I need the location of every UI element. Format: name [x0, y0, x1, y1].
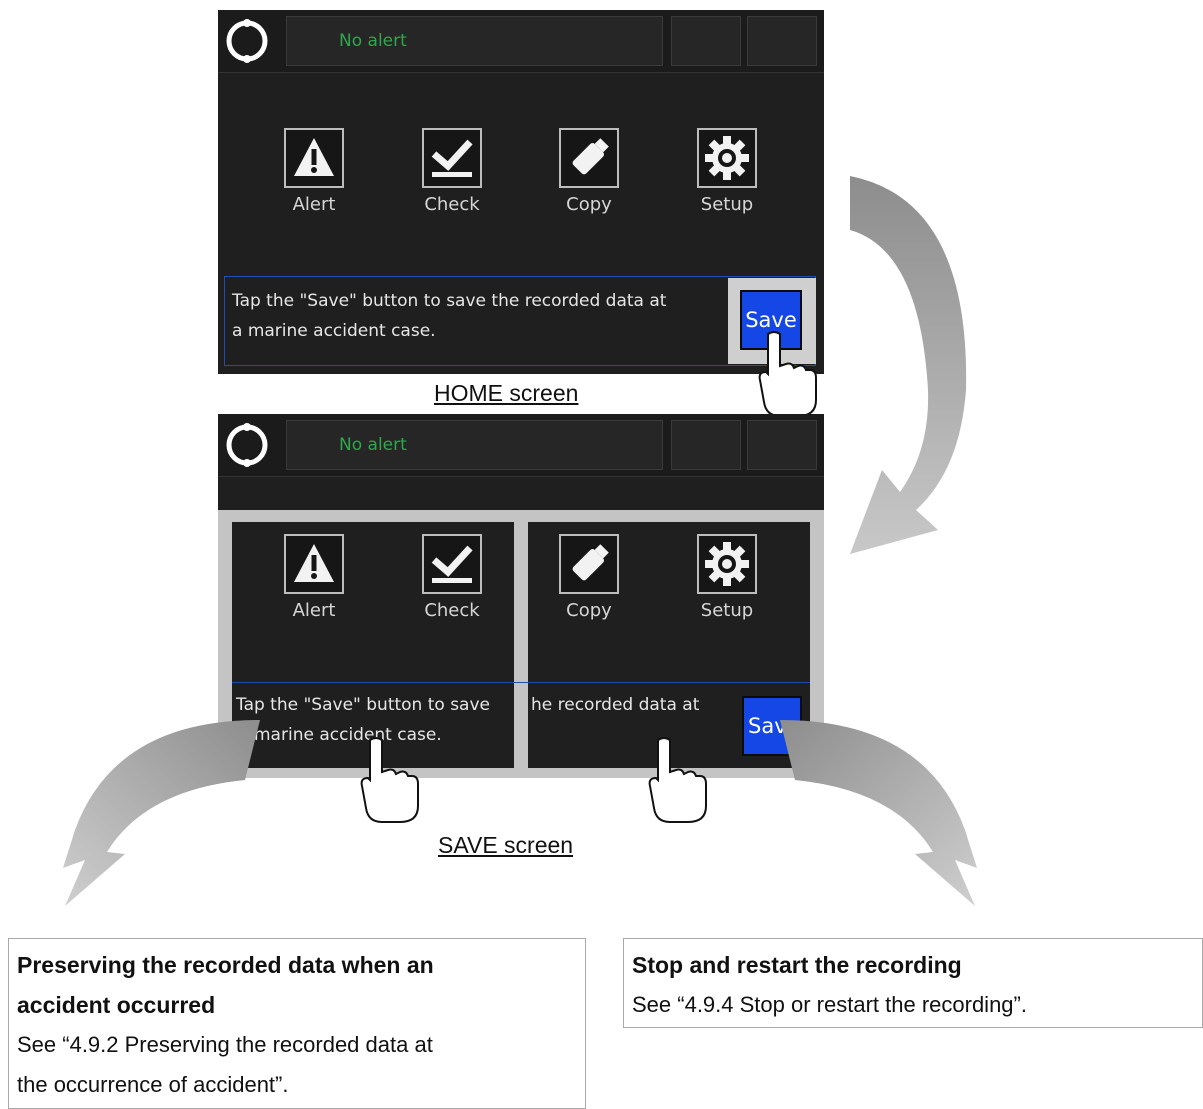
check-label: Check	[424, 600, 480, 621]
hand-pointer-icon	[648, 737, 707, 823]
flow-arrow-left	[63, 720, 260, 906]
note-left-text-line1: See “4.9.2 Preserving the recorded data …	[17, 1032, 433, 1057]
note-left-text-line2: the occurrence of accident”.	[17, 1072, 289, 1097]
status-box-1[interactable]	[671, 420, 741, 470]
copy-button[interactable]	[559, 534, 619, 594]
status-box-2[interactable]	[747, 16, 817, 66]
status-box-2[interactable]	[747, 420, 817, 470]
note-box-left: Preserving the recorded data when an acc…	[8, 938, 586, 1109]
message-divider-line	[232, 682, 810, 683]
alert-button[interactable]	[284, 128, 344, 188]
home-message-line1: Tap the "Save" button to save the record…	[232, 291, 667, 311]
copy-button[interactable]	[559, 128, 619, 188]
setup-label: Setup	[700, 600, 754, 621]
home-status-bar: No alert	[218, 10, 824, 73]
power-ring-icon[interactable]	[224, 422, 270, 468]
usb-icon	[572, 138, 609, 175]
flow-arrow-right	[780, 720, 977, 906]
flow-arrow-large	[850, 176, 967, 554]
copy-label: Copy	[566, 600, 612, 621]
hand-pointer-icon	[360, 737, 419, 823]
alert-status-box[interactable]: No alert	[286, 16, 663, 66]
gear-icon	[705, 542, 749, 586]
note-right-text: See “4.9.4 Stop or restart the recording…	[632, 992, 1027, 1017]
gear-icon	[705, 136, 749, 180]
hand-pointer-icon	[758, 331, 817, 417]
setup-button[interactable]	[697, 534, 757, 594]
home-screen-caption: HOME screen	[434, 380, 579, 406]
save-status-bar: No alert	[218, 414, 824, 477]
check-button[interactable]	[422, 128, 482, 188]
alert-status-box[interactable]: No alert	[286, 420, 663, 470]
check-icon	[431, 139, 473, 177]
save-screen-caption: SAVE screen	[438, 832, 574, 858]
check-label: Check	[424, 194, 480, 215]
usb-icon	[572, 544, 609, 581]
alert-icon	[294, 138, 334, 176]
note-left-title-line2: accident occurred	[17, 992, 216, 1018]
home-message-line2: a marine accident case.	[232, 321, 436, 341]
note-left-title-line1: Preserving the recorded data when an	[17, 952, 434, 978]
status-box-1[interactable]	[671, 16, 741, 66]
save-left-message-line1: Tap the "Save" button to save	[236, 695, 490, 715]
note-box-right: Stop and restart the recording See “4.9.…	[623, 938, 1203, 1028]
save-screen-panel: No alert Alert Check Copy Setup Tap the …	[218, 414, 824, 778]
alert-button[interactable]	[284, 534, 344, 594]
check-button[interactable]	[422, 534, 482, 594]
save-right-message-line1: he recorded data at	[531, 695, 700, 715]
home-screen-panel: No alert Alert Check Copy Setup Tap the …	[218, 10, 824, 374]
note-right-title: Stop and restart the recording	[632, 952, 962, 978]
alert-label: Alert	[292, 600, 336, 621]
alert-status-text: No alert	[339, 31, 407, 51]
copy-label: Copy	[566, 194, 612, 215]
check-icon	[431, 545, 473, 583]
home-save-label: Save	[745, 308, 797, 332]
setup-button[interactable]	[697, 128, 757, 188]
alert-icon	[294, 544, 334, 582]
alert-status-text: No alert	[339, 435, 407, 455]
power-ring-icon[interactable]	[224, 18, 270, 64]
setup-label: Setup	[700, 194, 754, 215]
alert-label: Alert	[292, 194, 336, 215]
